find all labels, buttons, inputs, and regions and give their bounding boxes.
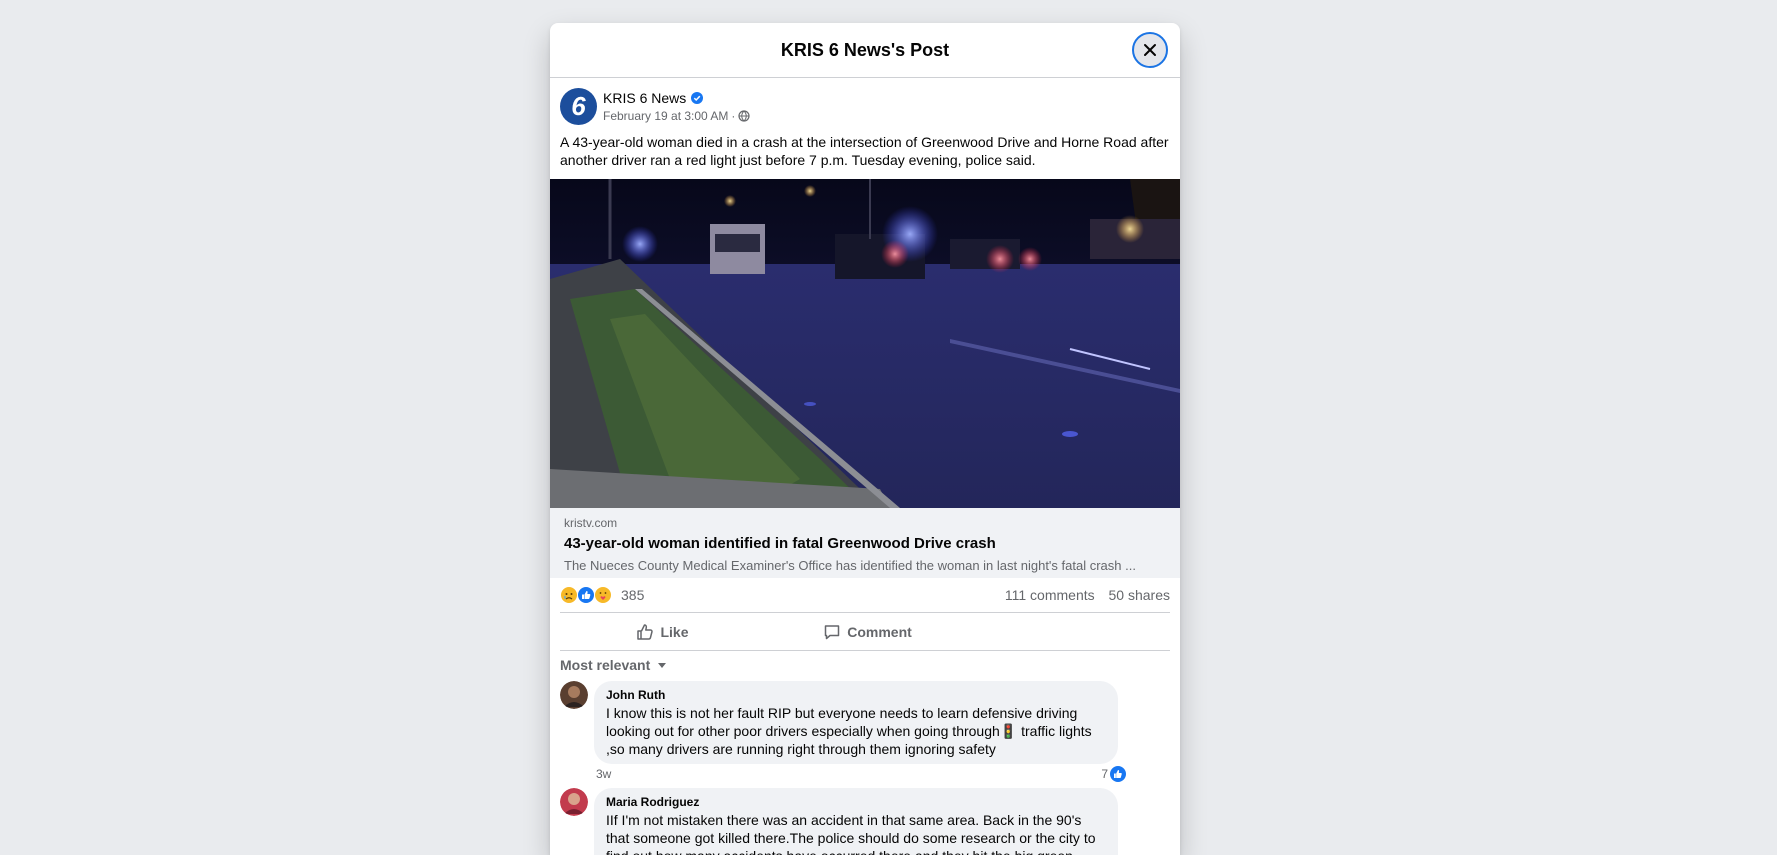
- globe-icon: [738, 110, 751, 122]
- post-text: A 43-year-old woman died in a crash at t…: [560, 134, 1169, 168]
- like-reaction-icon: [1110, 766, 1126, 782]
- like-reaction-icon: [577, 586, 595, 604]
- link-domain: kristv.com: [564, 516, 618, 530]
- meta-separator: ·: [731, 109, 736, 123]
- dialog-title: KRIS 6 News's Post: [780, 39, 950, 60]
- care-reaction-icon: [594, 586, 612, 604]
- post-timestamp[interactable]: February 19 at 3:00 AM: [603, 109, 728, 123]
- reaction-count: 385: [621, 587, 645, 603]
- commenter-name[interactable]: John Ruth: [606, 687, 1106, 703]
- sad-reaction-icon: [560, 586, 578, 604]
- shares-count[interactable]: 50 shares: [1109, 587, 1170, 603]
- close-button[interactable]: [1132, 32, 1168, 68]
- link-description: The Nueces County Medical Examiner's Off…: [564, 558, 1136, 573]
- post-header: 6 KRIS 6 News February 19 at 3:00 AM ·: [550, 78, 1180, 125]
- comment-text: I know this is not her fault RIP but eve…: [606, 705, 1092, 757]
- comment-footer: 3w 7: [550, 764, 1126, 782]
- like-icon: [637, 623, 654, 640]
- close-icon: [1144, 44, 1156, 56]
- commenter-name[interactable]: Maria Rodriguez: [606, 794, 1106, 810]
- comment-icon: [824, 624, 840, 639]
- comment-button[interactable]: Comment: [765, 613, 970, 650]
- comment-bubble: John Ruth I know this is not her fault R…: [594, 681, 1118, 764]
- comment-sort-dropdown[interactable]: Most relevant: [550, 651, 1180, 679]
- comment-bubble: Maria Rodriguez IIf I'm not mistaken the…: [594, 788, 1118, 855]
- comments-count[interactable]: 111 comments: [1005, 587, 1095, 603]
- commenter-avatar[interactable]: [560, 681, 588, 709]
- reactions-summary[interactable]: 385: [560, 586, 644, 604]
- comment-likes-value: 7: [1101, 767, 1108, 781]
- like-label: Like: [660, 623, 689, 640]
- sort-label: Most relevant: [560, 657, 651, 673]
- page-avatar[interactable]: 6: [560, 88, 597, 125]
- post-dialog: KRIS 6 News's Post 6 KRIS 6 News Februar…: [550, 23, 1180, 855]
- commenter-avatar[interactable]: [560, 788, 588, 816]
- post-author[interactable]: KRIS 6 News: [603, 90, 686, 106]
- caret-down-icon: [658, 663, 667, 668]
- comment-item: Maria Rodriguez IIf I'm not mistaken the…: [550, 782, 1180, 855]
- post-image[interactable]: [550, 179, 1180, 508]
- comment-like-count[interactable]: 7: [1101, 766, 1126, 782]
- comment-item: John Ruth I know this is not her fault R…: [550, 679, 1180, 764]
- link-title[interactable]: 43-year-old woman identified in fatal Gr…: [564, 535, 1166, 552]
- post-actions: Like Comment: [560, 612, 1170, 651]
- like-button[interactable]: Like: [560, 613, 765, 650]
- comment-time[interactable]: 3w: [596, 767, 611, 781]
- link-preview[interactable]: kristv.com 43-year-old woman identified …: [550, 508, 1180, 578]
- verified-badge-icon: [691, 92, 704, 104]
- avatar-logo-text: 6: [571, 91, 586, 121]
- comment-label: Comment: [847, 623, 912, 640]
- dialog-header: KRIS 6 News's Post: [550, 23, 1180, 78]
- post-stats: 385 111 comments 50 shares: [550, 578, 1180, 612]
- comment-text: IIf I'm not mistaken there was an accide…: [606, 812, 1096, 855]
